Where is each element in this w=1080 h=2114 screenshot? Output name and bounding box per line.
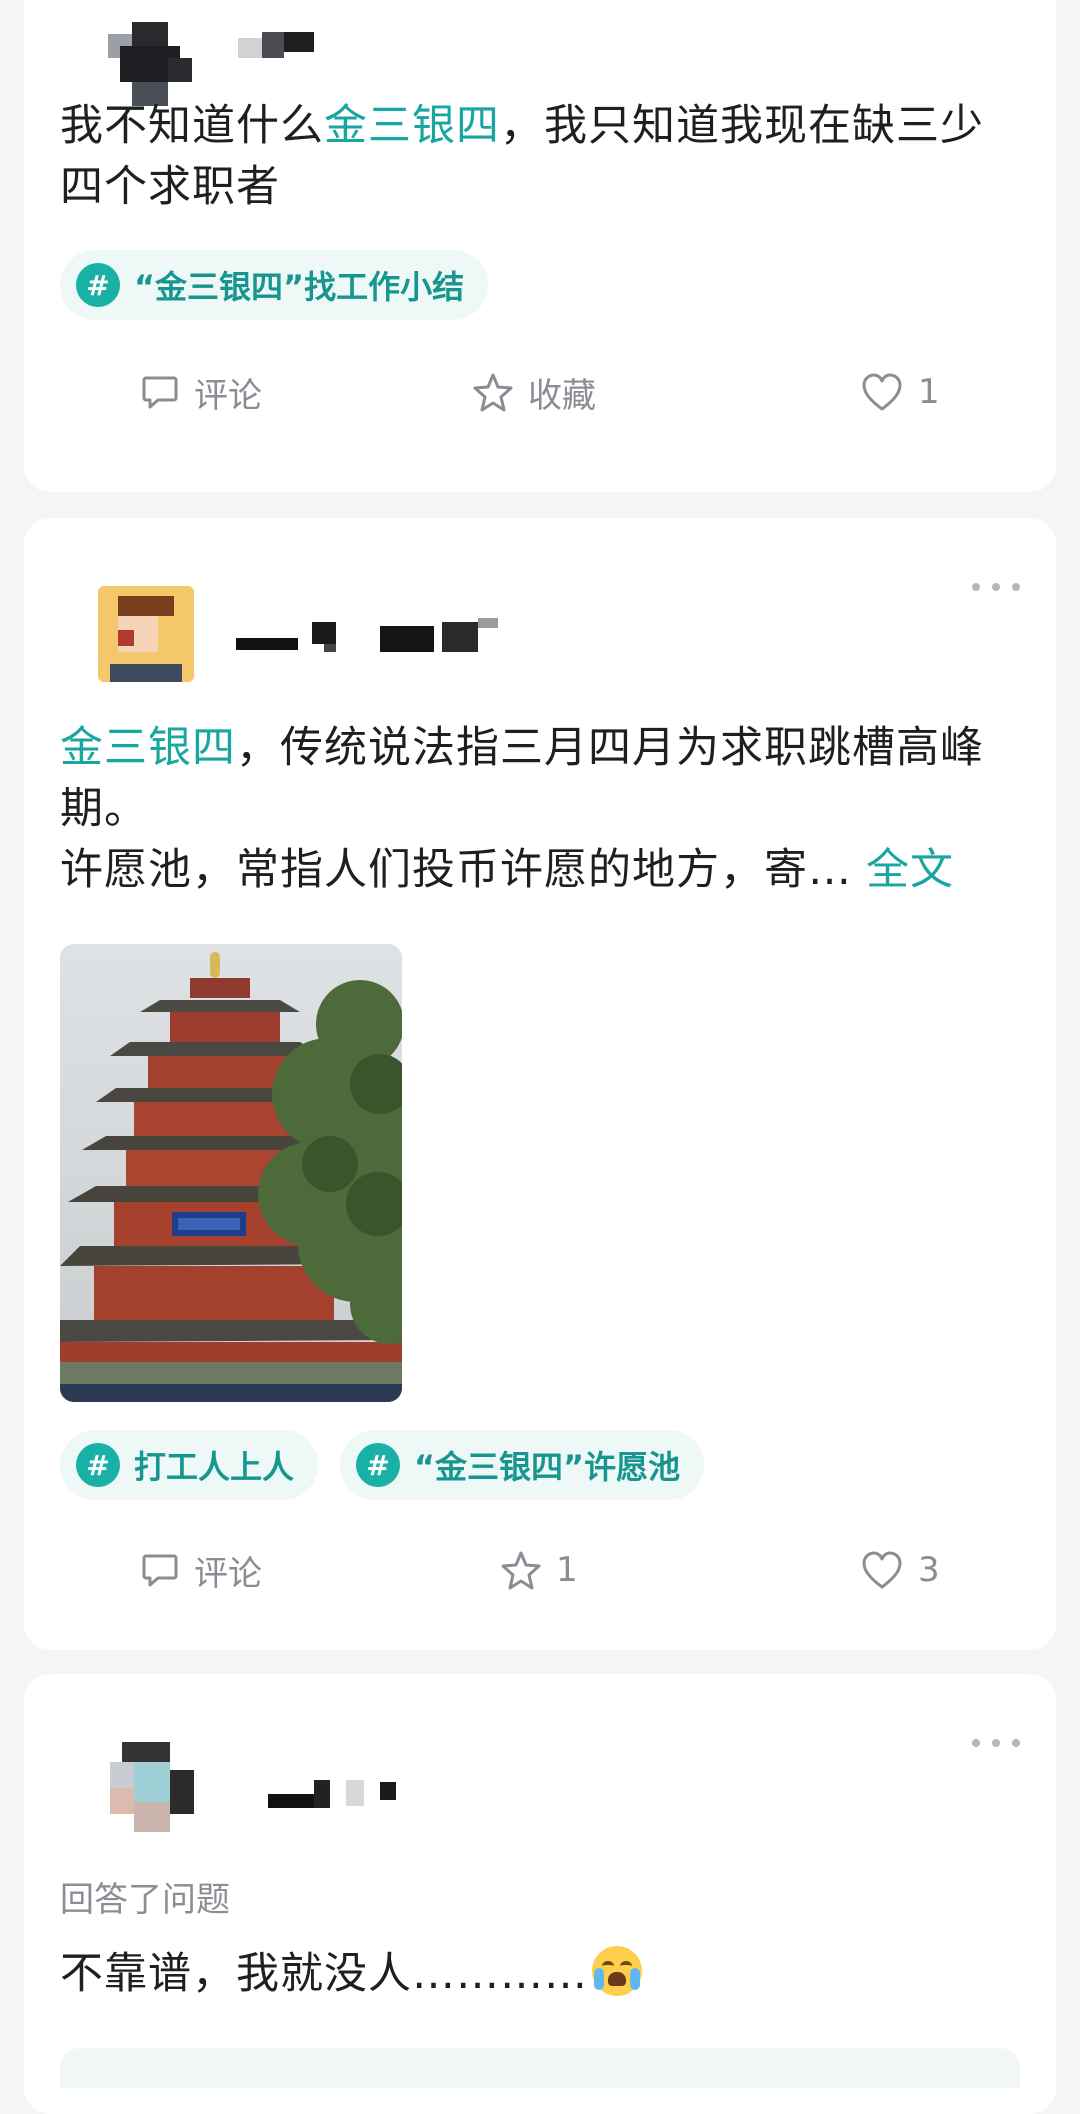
more-icon[interactable] <box>972 580 1020 594</box>
crying-emoji-icon <box>592 1946 642 1996</box>
more-icon[interactable] <box>972 1736 1020 1750</box>
avatar[interactable] <box>98 586 194 682</box>
heart-icon <box>862 1551 902 1589</box>
comment-icon <box>142 376 178 409</box>
username[interactable] <box>260 1774 410 1814</box>
tag-label: 打工人上人 <box>134 1448 295 1486</box>
favorite-button[interactable]: 收藏 <box>472 362 596 422</box>
username[interactable] <box>230 28 320 68</box>
post-text[interactable]: 金三银四，传统说法指三月四月为求职跳槽高峰期。 许愿池，常指人们投币许愿的地方，… <box>60 718 1012 901</box>
star-icon <box>501 1551 541 1590</box>
post-text[interactable]: 我不知道什么金三银四，我只知道我现在缺三少四个求职者 <box>60 96 1012 218</box>
avatar[interactable] <box>98 1742 194 1838</box>
post-text[interactable]: 不靠谱，我就没人………… <box>60 1944 1012 2005</box>
comment-button[interactable]: 评论 <box>140 1540 262 1600</box>
hashtag-icon: # <box>356 1443 401 1487</box>
topic-tag[interactable]: # “金三银四”找工作小结 <box>60 250 489 320</box>
tag-label: “金三银四”许愿池 <box>414 1448 681 1486</box>
topic-tag[interactable]: # “金三银四”许愿池 <box>340 1430 705 1500</box>
post-card[interactable]: 回答了问题 不靠谱，我就没人………… <box>24 1674 1056 2114</box>
post-card[interactable]: 我不知道什么金三银四，我只知道我现在缺三少四个求职者 # “金三银四”找工作小结… <box>24 0 1056 492</box>
hashtag-icon: # <box>76 263 120 307</box>
activity-label: 回答了问题 <box>60 1880 230 1920</box>
post-card[interactable]: 金三银四，传统说法指三月四月为求职跳槽高峰期。 许愿池，常指人们投币许愿的地方，… <box>24 518 1056 1650</box>
username[interactable] <box>232 618 532 658</box>
post-image[interactable] <box>60 944 402 1402</box>
star-icon <box>473 373 513 412</box>
comment-button[interactable]: 评论 <box>140 362 262 422</box>
like-button[interactable]: 1 <box>860 362 940 422</box>
like-button[interactable]: 3 <box>860 1540 940 1600</box>
keyword-link[interactable]: 金三银四 <box>324 101 500 151</box>
favorite-button[interactable]: 1 <box>500 1540 578 1600</box>
full-text-link[interactable]: 全文 <box>866 845 954 895</box>
keyword-link[interactable]: 金三银四 <box>60 723 236 773</box>
hashtag-icon: # <box>76 1443 120 1487</box>
topic-tag[interactable]: # 打工人上人 <box>60 1430 319 1500</box>
pagoda-image <box>60 944 402 1402</box>
answer-preview[interactable] <box>60 2048 1020 2088</box>
heart-icon <box>862 373 902 411</box>
tag-label: “金三银四”找工作小结 <box>134 268 465 306</box>
comment-icon <box>142 1554 178 1587</box>
